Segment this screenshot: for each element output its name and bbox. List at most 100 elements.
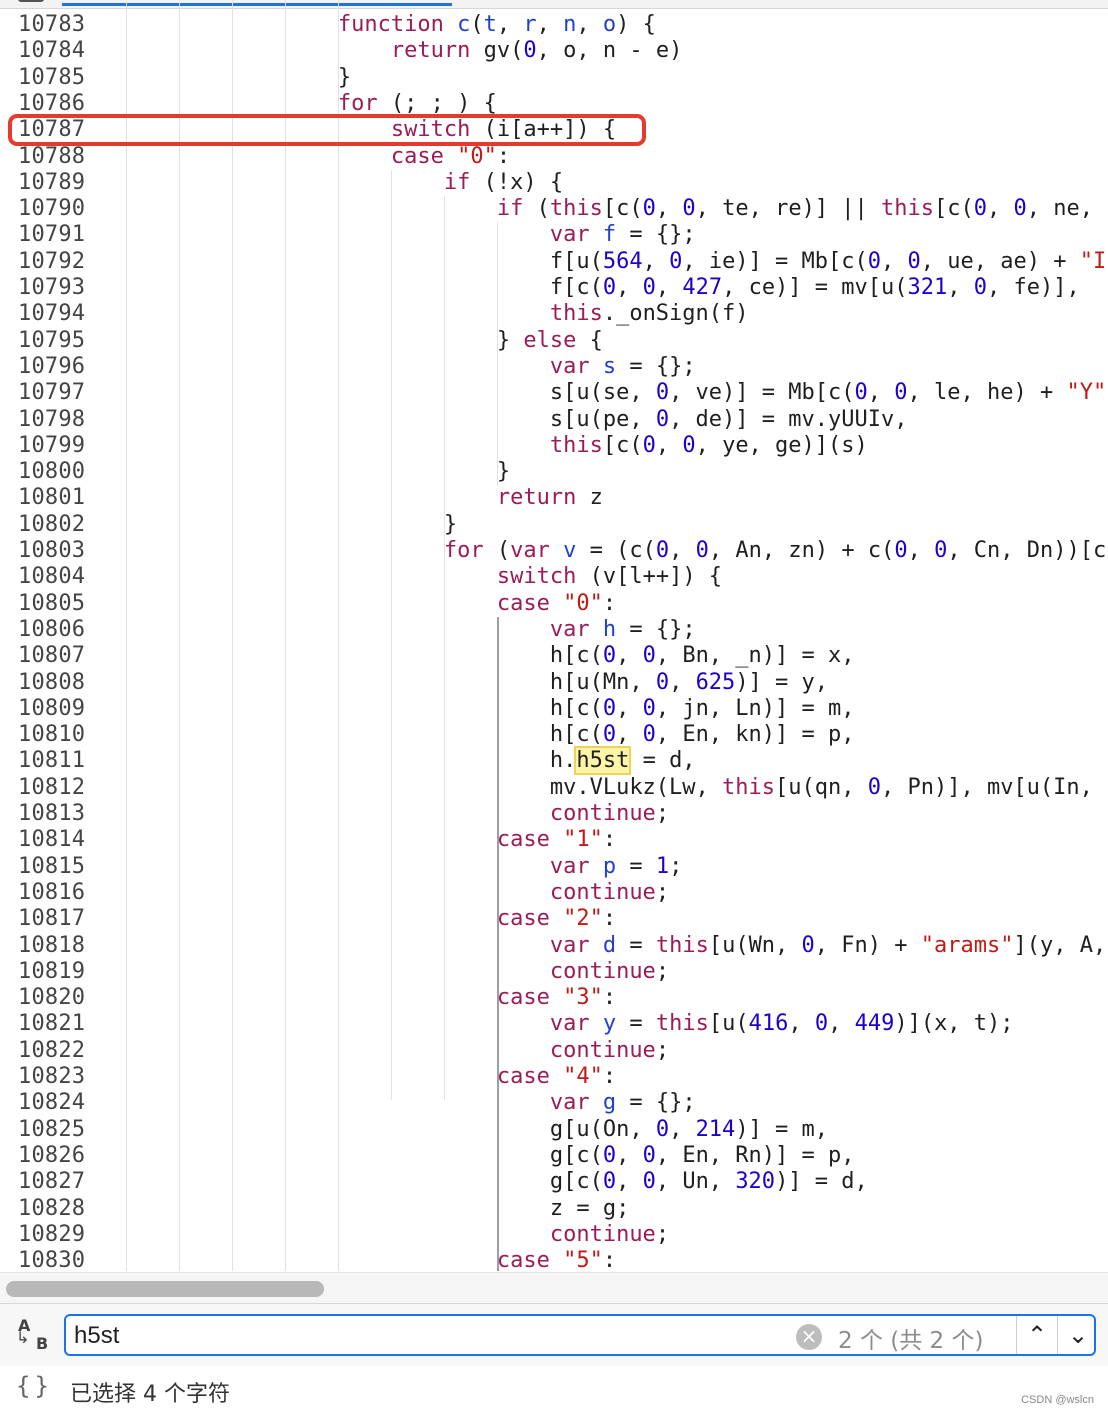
line-number[interactable]: 10785 <box>18 65 85 91</box>
code-line[interactable]: 10812 mv.VLukz(Lw, this[u(qn, 0, Pn)], m… <box>0 775 1108 801</box>
line-number[interactable]: 10804 <box>18 564 85 590</box>
line-number[interactable]: 10814 <box>18 827 85 853</box>
code-line[interactable]: 10807 h[c(0, 0, Bn, _n)] = x, <box>0 643 1108 669</box>
code-line[interactable]: 10788 case "0": <box>0 144 1108 170</box>
line-number[interactable]: 10793 <box>18 275 85 301</box>
line-number[interactable]: 10800 <box>18 459 85 485</box>
code-line[interactable]: 10829 continue; <box>0 1222 1108 1248</box>
line-number[interactable]: 10805 <box>18 591 85 617</box>
code-line[interactable]: 10826 g[c(0, 0, En, Rn)] = p, <box>0 1143 1108 1169</box>
line-number[interactable]: 10827 <box>18 1169 85 1195</box>
code-line[interactable]: 10799 this[c(0, 0, ye, ge)](s) <box>0 433 1108 459</box>
code-line[interactable]: 10797 s[u(se, 0, ve)] = Mb[c(0, 0, le, h… <box>0 380 1108 406</box>
line-number[interactable]: 10821 <box>18 1011 85 1037</box>
line-number[interactable]: 10823 <box>18 1064 85 1090</box>
line-number[interactable]: 10791 <box>18 222 85 248</box>
find-input[interactable] <box>72 1320 776 1352</box>
line-number[interactable]: 10801 <box>18 485 85 511</box>
line-number[interactable]: 10815 <box>18 854 85 880</box>
line-number[interactable]: 10826 <box>18 1143 85 1169</box>
line-number[interactable]: 10825 <box>18 1117 85 1143</box>
line-number[interactable]: 10811 <box>18 748 85 774</box>
code-line[interactable]: 10803 for (var v = (c(0, 0, An, zn) + c(… <box>0 538 1108 564</box>
line-number[interactable]: 10796 <box>18 354 85 380</box>
line-number[interactable]: 10798 <box>18 407 85 433</box>
line-number[interactable]: 10783 <box>18 12 85 38</box>
line-number[interactable]: 10784 <box>18 38 85 64</box>
code-line[interactable]: 10808 h[u(Mn, 0, 625)] = y, <box>0 670 1108 696</box>
code-line[interactable]: 10815 var p = 1; <box>0 854 1108 880</box>
code-line[interactable]: 10825 g[u(On, 0, 214)] = m, <box>0 1117 1108 1143</box>
pretty-print-icon[interactable]: {} <box>16 1372 53 1400</box>
code-line[interactable]: 10827 g[c(0, 0, Un, 320)] = d, <box>0 1169 1108 1195</box>
line-number[interactable]: 10822 <box>18 1038 85 1064</box>
code-line[interactable]: 10789 if (!x) { <box>0 170 1108 196</box>
code-line[interactable]: 10824 var g = {}; <box>0 1090 1108 1116</box>
code-line[interactable]: 10828 z = g; <box>0 1196 1108 1222</box>
line-number[interactable]: 10820 <box>18 985 85 1011</box>
code-line[interactable]: 10796 var s = {}; <box>0 354 1108 380</box>
code-line[interactable]: 10795 } else { <box>0 328 1108 354</box>
line-number[interactable]: 10810 <box>18 722 85 748</box>
line-number[interactable]: 10816 <box>18 880 85 906</box>
code-line[interactable]: 10800 } <box>0 459 1108 485</box>
line-number[interactable]: 10792 <box>18 249 85 275</box>
code-line[interactable]: 10814 case "1": <box>0 827 1108 853</box>
line-number[interactable]: 10824 <box>18 1090 85 1116</box>
code-line[interactable]: 10819 continue; <box>0 959 1108 985</box>
line-number[interactable]: 10802 <box>18 512 85 538</box>
code-line[interactable]: 10798 s[u(pe, 0, de)] = mv.yUUIv, <box>0 407 1108 433</box>
line-number[interactable]: 10817 <box>18 906 85 932</box>
line-number[interactable]: 10830 <box>18 1248 85 1271</box>
chevron-up-icon[interactable]: ⌃ <box>1016 1316 1057 1354</box>
code-line[interactable]: 10801 return z <box>0 485 1108 511</box>
code-line[interactable]: 10817 case "2": <box>0 906 1108 932</box>
line-number[interactable]: 10794 <box>18 301 85 327</box>
line-number[interactable]: 10808 <box>18 670 85 696</box>
line-number[interactable]: 10806 <box>18 617 85 643</box>
code-line[interactable]: 10813 continue; <box>0 801 1108 827</box>
code-line[interactable]: 10821 var y = this[u(416, 0, 449)](x, t)… <box>0 1011 1108 1037</box>
line-number[interactable]: 10807 <box>18 643 85 669</box>
line-number[interactable]: 10786 <box>18 91 85 117</box>
line-number[interactable]: 10819 <box>18 959 85 985</box>
code-line[interactable]: 10822 continue; <box>0 1038 1108 1064</box>
chevron-down-icon[interactable]: ⌄ <box>1057 1316 1098 1354</box>
line-number[interactable]: 10799 <box>18 433 85 459</box>
code-line[interactable]: 10806 var h = {}; <box>0 617 1108 643</box>
line-number[interactable]: 10812 <box>18 775 85 801</box>
code-line[interactable]: 10804 switch (v[l++]) { <box>0 564 1108 590</box>
line-number[interactable]: 10828 <box>18 1196 85 1222</box>
code-line[interactable]: 10784 return gv(0, o, n - e) <box>0 38 1108 64</box>
line-number[interactable]: 10809 <box>18 696 85 722</box>
code-line[interactable]: 10823 case "4": <box>0 1064 1108 1090</box>
line-number[interactable]: 10829 <box>18 1222 85 1248</box>
code-line[interactable]: 10791 var f = {}; <box>0 222 1108 248</box>
line-number[interactable]: 10797 <box>18 380 85 406</box>
code-line[interactable]: 10792 f[u(564, 0, ie)] = Mb[c(0, 0, ue, … <box>0 249 1108 275</box>
line-number[interactable]: 10795 <box>18 328 85 354</box>
code-line[interactable]: 10794 this._onSign(f) <box>0 301 1108 327</box>
line-number[interactable]: 10818 <box>18 933 85 959</box>
scrollbar-thumb[interactable] <box>6 1281 324 1297</box>
code-line[interactable]: 10820 case "3": <box>0 985 1108 1011</box>
line-number[interactable]: 10803 <box>18 538 85 564</box>
code-line[interactable]: 10802 } <box>0 512 1108 538</box>
line-number[interactable]: 10790 <box>18 196 85 222</box>
line-number[interactable]: 10813 <box>18 801 85 827</box>
horizontal-scrollbar[interactable] <box>0 1272 1108 1303</box>
line-number[interactable]: 10788 <box>18 144 85 170</box>
code-line[interactable]: 10810 h[c(0, 0, En, kn)] = p, <box>0 722 1108 748</box>
code-line[interactable]: 10809 h[c(0, 0, jn, Ln)] = m, <box>0 696 1108 722</box>
clear-icon[interactable]: × <box>796 1324 822 1350</box>
code-line[interactable]: 10818 var d = this[u(Wn, 0, Fn) + "arams… <box>0 933 1108 959</box>
code-line[interactable]: 10816 continue; <box>0 880 1108 906</box>
code-line[interactable]: 10805 case "0": <box>0 591 1108 617</box>
code-line[interactable]: 10793 f[c(0, 0, 427, ce)] = mv[u(321, 0,… <box>0 275 1108 301</box>
code-line[interactable]: 10790 if (this[c(0, 0, te, re)] || this[… <box>0 196 1108 222</box>
code-line[interactable]: 10830 case "5": <box>0 1248 1108 1271</box>
code-editor[interactable]: 10783 function c(t, r, n, o) {10784 retu… <box>0 0 1108 1271</box>
line-number[interactable]: 10789 <box>18 170 85 196</box>
code-line[interactable]: 10783 function c(t, r, n, o) { <box>0 12 1108 38</box>
code-line[interactable]: 10811 h.h5st = d, <box>0 746 1108 776</box>
